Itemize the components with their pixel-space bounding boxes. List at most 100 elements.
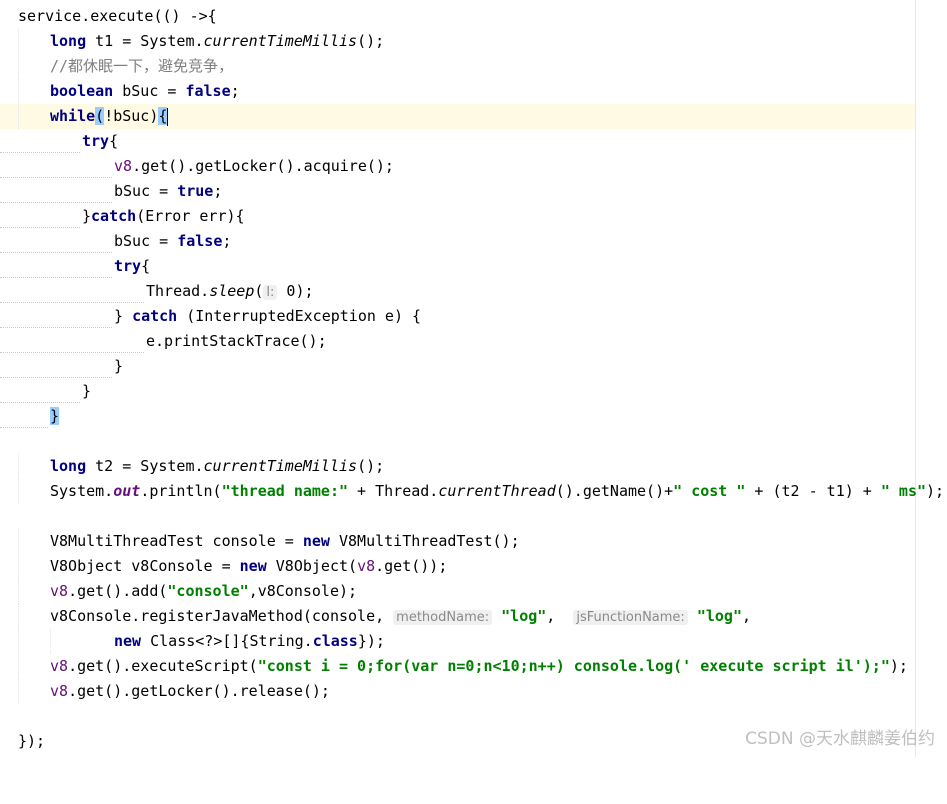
code-text: V8Object v8Console = new V8Object(v8.get… bbox=[50, 554, 447, 579]
code-text: ().getName()+ bbox=[555, 482, 674, 500]
code-text: ; bbox=[222, 232, 232, 250]
code-line: }catch(Error err){ bbox=[0, 204, 915, 229]
code-editor[interactable]: service.execute(() ->{ long t1 = System.… bbox=[0, 0, 947, 757]
code-text: bSuc = bbox=[114, 232, 178, 250]
code-line: v8Console.registerJavaMethod(console, me… bbox=[0, 604, 915, 629]
code-text: bSuc = bbox=[113, 82, 186, 100]
code-text: try{ bbox=[114, 254, 150, 279]
right-margin-guide bbox=[915, 0, 916, 757]
parameter-hint: l: bbox=[263, 285, 278, 300]
code-line: try{ bbox=[0, 254, 915, 279]
parameter-hint: methodName: bbox=[393, 610, 493, 625]
code-line: boolean bSuc = false; bbox=[0, 79, 915, 104]
indent-guide bbox=[18, 79, 20, 104]
indent-dots bbox=[0, 301, 144, 303]
code-text: .get().getLocker().release(); bbox=[68, 682, 330, 700]
string-literal: " ms" bbox=[880, 482, 927, 500]
code-line: //都休眠一下，避免竞争， bbox=[0, 54, 915, 79]
code-line: service.execute(() ->{ bbox=[0, 4, 915, 29]
code-text: , bbox=[742, 607, 752, 625]
code-text: while(!bSuc){ bbox=[50, 104, 169, 129]
indent-guide bbox=[18, 554, 20, 579]
code-line: V8MultiThreadTest console = new V8MultiT… bbox=[0, 529, 915, 554]
indent-dots bbox=[0, 276, 112, 278]
indent-guide bbox=[18, 479, 20, 504]
code-line: } catch (InterruptedException e) { bbox=[0, 304, 915, 329]
indent-guide bbox=[18, 629, 20, 654]
code-line: } bbox=[0, 379, 915, 404]
code-text: !bSuc) bbox=[104, 107, 159, 125]
code-text: v8.get().executeScript("const i = 0;for(… bbox=[50, 654, 908, 679]
code-line: v8.get().add("console",v8Console); bbox=[0, 579, 915, 604]
code-text: new Class<?>[]{String.class}); bbox=[114, 629, 385, 654]
code-line: v8.get().getLocker().release(); bbox=[0, 679, 915, 704]
code-text: v8.get().getLocker().release(); bbox=[50, 679, 330, 704]
current-code-line[interactable]: while(!bSuc){ bbox=[0, 104, 915, 129]
indent-guide bbox=[18, 654, 20, 679]
code-text: long t2 = System.currentTimeMillis(); bbox=[50, 454, 384, 479]
keyword: false bbox=[177, 232, 223, 250]
code-text: t1 = System. bbox=[86, 32, 204, 50]
code-text: } bbox=[50, 404, 60, 429]
indent-guide bbox=[18, 54, 20, 79]
code-text: .get().getLocker().acquire(); bbox=[132, 157, 394, 175]
code-text: V8Object( bbox=[266, 557, 358, 575]
keyword: true bbox=[177, 182, 214, 200]
method-call: currentTimeMillis bbox=[203, 32, 358, 50]
indent-guide bbox=[18, 679, 20, 704]
code-line: new Class<?>[]{String.class}); bbox=[0, 629, 915, 654]
code-text: v8.get().add("console",v8Console); bbox=[50, 579, 357, 604]
keyword: new bbox=[302, 532, 330, 550]
code-text: }); bbox=[18, 732, 46, 750]
code-line: V8Object v8Console = new V8Object(v8.get… bbox=[0, 554, 915, 579]
keyword: try bbox=[114, 257, 142, 275]
code-text: }catch(Error err){ bbox=[82, 204, 245, 229]
code-text: 0); bbox=[277, 282, 314, 300]
code-text: t2 = System. bbox=[86, 457, 204, 475]
matched-paren: ( bbox=[95, 107, 105, 125]
code-text: .println( bbox=[140, 482, 222, 500]
field-ref: v8 bbox=[50, 657, 69, 675]
keyword: false bbox=[185, 82, 231, 100]
indent-guide bbox=[18, 29, 20, 54]
code-text: ; bbox=[213, 182, 223, 200]
code-text: + Thread. bbox=[348, 482, 439, 500]
method-call: currentThread bbox=[438, 482, 556, 500]
string-literal: " cost " bbox=[673, 482, 746, 500]
code-text: System.out.println("thread name:" + Thre… bbox=[50, 479, 944, 504]
indent-guide bbox=[18, 579, 20, 604]
parameter-hint: jsFunctionName: bbox=[573, 610, 688, 625]
indent-guide bbox=[50, 629, 52, 654]
code-text: .get().add( bbox=[68, 582, 168, 600]
code-text: ); bbox=[889, 657, 908, 675]
keyword: boolean bbox=[50, 82, 114, 100]
indent-dots bbox=[0, 401, 80, 403]
code-text: + (t2 - t1) + bbox=[745, 482, 881, 500]
code-line: v8.get().executeScript("const i = 0;for(… bbox=[0, 654, 915, 679]
code-line: v8.get().getLocker().acquire(); bbox=[0, 154, 915, 179]
keyword: while bbox=[50, 107, 96, 125]
keyword: new bbox=[114, 632, 142, 650]
keyword: catch bbox=[91, 207, 137, 225]
code-text: { bbox=[141, 257, 151, 275]
indent-dots bbox=[0, 151, 80, 153]
code-line: Thread.sleep(l: 0); bbox=[0, 279, 915, 304]
method-call: currentTimeMillis bbox=[203, 457, 358, 475]
indent-dots bbox=[0, 226, 80, 228]
code-text: ); bbox=[926, 482, 945, 500]
code-text: ; bbox=[230, 82, 240, 100]
code-line: e.printStackTrace(); bbox=[0, 329, 915, 354]
keyword: class bbox=[312, 632, 358, 650]
method-call: sleep bbox=[209, 282, 255, 300]
code-text: V8Object v8Console = bbox=[50, 557, 240, 575]
code-text: Class<?>[]{String. bbox=[141, 632, 313, 650]
matched-brace: { bbox=[158, 107, 168, 125]
code-text: boolean bSuc = false; bbox=[50, 79, 240, 104]
code-text: }); bbox=[357, 632, 385, 650]
indent-dots bbox=[0, 426, 48, 428]
code-text: ,v8Console); bbox=[248, 582, 358, 600]
